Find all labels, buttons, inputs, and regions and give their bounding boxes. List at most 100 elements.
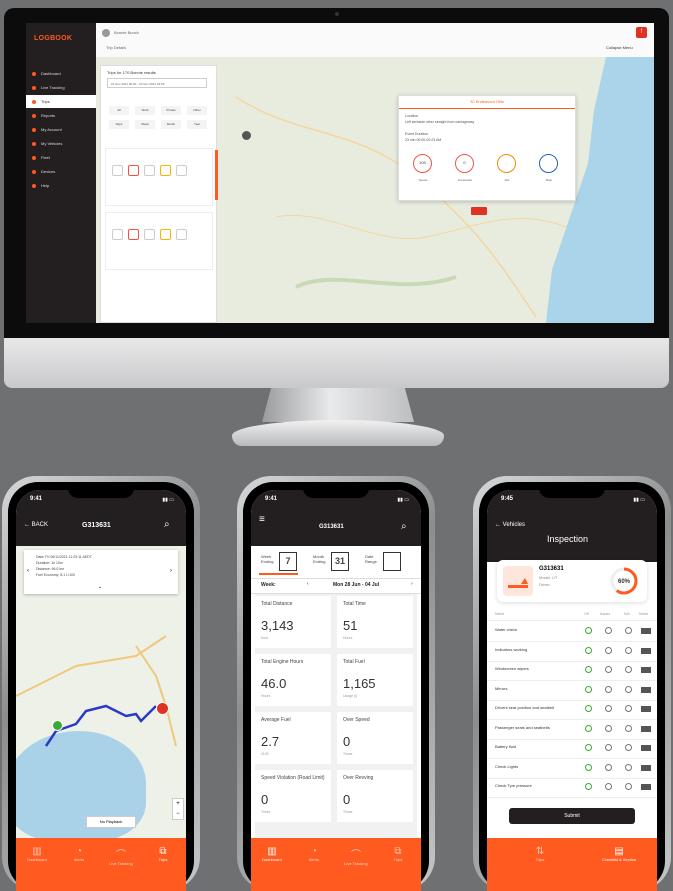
issue-icon[interactable]	[605, 744, 612, 751]
tab-checklist[interactable]: ▤ Checklist & Service	[591, 846, 647, 862]
prev-week-icon[interactable]: ‹	[307, 581, 309, 587]
notes-icon[interactable]	[641, 725, 651, 732]
stat-card[interactable]: Over Revving 0 Times	[337, 770, 413, 822]
check-ok-icon[interactable]	[585, 685, 592, 693]
notes-icon[interactable]	[641, 706, 651, 712]
na-icon[interactable]	[625, 744, 632, 751]
issue-icon[interactable]	[605, 646, 612, 654]
back-button[interactable]: ← Vehicles	[495, 522, 525, 528]
na-icon[interactable]	[625, 685, 632, 693]
notes-icon[interactable]	[641, 686, 651, 693]
chevron-down-icon[interactable]: ⌄	[98, 584, 102, 590]
trip-map[interactable]: Date: Fri 06/11/2021 11:23:11 AEDT Durat…	[16, 546, 186, 841]
avatar[interactable]	[102, 29, 110, 37]
issue-icon[interactable]	[605, 685, 612, 693]
trip-card[interactable]	[105, 148, 213, 206]
filter-chip[interactable]: Other	[187, 106, 207, 115]
map-tool-icon[interactable]	[242, 131, 251, 140]
tab-live-tracking[interactable]: ⌒ Live Tracking	[104, 846, 138, 866]
check-ok-icon[interactable]	[585, 666, 592, 673]
check-ok-icon[interactable]	[585, 646, 592, 654]
stat-card[interactable]: Average Fuel 2.7 l/100	[255, 712, 331, 764]
menu-icon[interactable]: ≡	[259, 514, 265, 525]
prev-arrow-icon[interactable]: ‹	[27, 568, 29, 574]
na-icon[interactable]	[625, 724, 632, 732]
na-icon[interactable]	[625, 763, 632, 771]
sidebar-item[interactable]: Trips	[26, 95, 96, 108]
filter-chip[interactable]: Days	[109, 120, 129, 129]
trip-card[interactable]	[105, 212, 213, 270]
stat-card[interactable]: Over Speed 0 Times	[337, 712, 413, 764]
check-ok-icon[interactable]	[585, 763, 592, 771]
check-ok-icon[interactable]	[585, 744, 592, 751]
sidebar-item[interactable]: Devices	[26, 165, 96, 178]
vehicle-marker[interactable]	[471, 207, 487, 215]
filter-chip[interactable]: Year	[187, 120, 207, 129]
sidebar-item[interactable]: My Account	[26, 123, 96, 136]
issue-icon[interactable]	[605, 705, 612, 712]
notification-icon[interactable]: !	[636, 27, 647, 38]
sidebar-item[interactable]: Reports	[26, 109, 96, 122]
sidebar-item[interactable]: Live Tracking	[26, 81, 96, 94]
na-icon[interactable]	[625, 666, 632, 673]
tab-trips[interactable]: ⧉ Trips	[381, 846, 415, 862]
start-pin[interactable]	[52, 720, 63, 731]
tab-trips[interactable]: ⧉ Trips	[146, 846, 180, 862]
collapse-menu-button[interactable]: Collapse Menu	[606, 45, 633, 50]
issue-icon[interactable]	[605, 763, 612, 771]
filter-chip[interactable]: All	[109, 106, 129, 115]
notes-icon[interactable]	[641, 628, 651, 634]
next-arrow-icon[interactable]: ›	[170, 568, 172, 574]
sidebar-item[interactable]: Help	[26, 179, 96, 192]
filter-chip[interactable]: Week	[135, 120, 155, 129]
desktop-map[interactable]: Trips for 170 Bonnie results 01 Nov 2021…	[96, 57, 654, 323]
breadcrumb[interactable]: Trip Details	[106, 45, 126, 50]
tab-live-tracking[interactable]: ⌒ Live Tracking	[339, 846, 373, 866]
sidebar-item[interactable]: My Vehicles	[26, 137, 96, 150]
vehicle-title[interactable]: G313631	[82, 522, 111, 529]
notes-icon[interactable]	[641, 647, 651, 654]
sidebar-item[interactable]: Fleet	[26, 151, 96, 164]
stat-card[interactable]: Total Time 51 Hours	[337, 596, 413, 648]
zoom-control[interactable]: + −	[172, 798, 184, 820]
tab-trips[interactable]: ⇅ Trips	[523, 846, 557, 862]
check-ok-icon[interactable]	[585, 783, 592, 790]
period-date-range[interactable]: Date Range	[363, 548, 402, 574]
notes-icon[interactable]	[641, 784, 651, 790]
na-icon[interactable]	[625, 705, 632, 712]
back-button[interactable]: ← BACK	[24, 522, 48, 528]
date-range-select[interactable]: 01 Nov 2021 00:00 - 30 Nov 2021 23:59	[107, 78, 207, 88]
tab-dashboard[interactable]: ▥ Dashboard	[20, 846, 54, 862]
submit-button[interactable]: Submit	[509, 808, 635, 824]
scrollbar[interactable]	[215, 150, 218, 200]
tab-alerts[interactable]: ◔ Alerts	[297, 846, 331, 862]
na-icon[interactable]	[625, 627, 632, 634]
issue-icon[interactable]	[605, 724, 612, 732]
check-ok-icon[interactable]	[585, 627, 592, 634]
search-icon[interactable]: ⌕	[401, 521, 407, 532]
period-week[interactable]: Week Ending 7	[259, 548, 298, 574]
stat-card[interactable]: Speed Violation (Road Limit) 0 Times	[255, 770, 331, 822]
issue-icon[interactable]	[605, 783, 612, 790]
vehicle-title[interactable]: G313631	[319, 524, 344, 530]
filter-chip[interactable]: Private	[161, 106, 181, 115]
tab-alerts[interactable]: ◔ Alerts	[62, 846, 96, 862]
end-pin[interactable]	[156, 702, 169, 715]
no-playback-button[interactable]: No Playback	[86, 816, 136, 828]
period-month[interactable]: Month Ending 31	[311, 548, 350, 574]
notes-icon[interactable]	[641, 667, 651, 673]
next-week-icon[interactable]: ›	[411, 581, 413, 587]
stat-card[interactable]: Total Fuel 1,165 Usage (l)	[337, 654, 413, 706]
filter-chip[interactable]: Work	[135, 106, 155, 115]
tab-dashboard[interactable]: ▥ Dashboard	[255, 846, 289, 862]
issue-icon[interactable]	[605, 627, 612, 634]
search-icon[interactable]: ⌕	[164, 519, 170, 530]
notes-icon[interactable]	[641, 764, 651, 771]
check-ok-icon[interactable]	[585, 724, 592, 732]
issue-icon[interactable]	[605, 666, 612, 673]
filter-chip[interactable]: Month	[161, 120, 181, 129]
na-icon[interactable]	[625, 646, 632, 654]
stat-card[interactable]: Total Engine Hours 46.0 Hours	[255, 654, 331, 706]
sidebar-item[interactable]: Dashboard	[26, 67, 96, 80]
stat-card[interactable]: Total Distance 3,143 Kms	[255, 596, 331, 648]
